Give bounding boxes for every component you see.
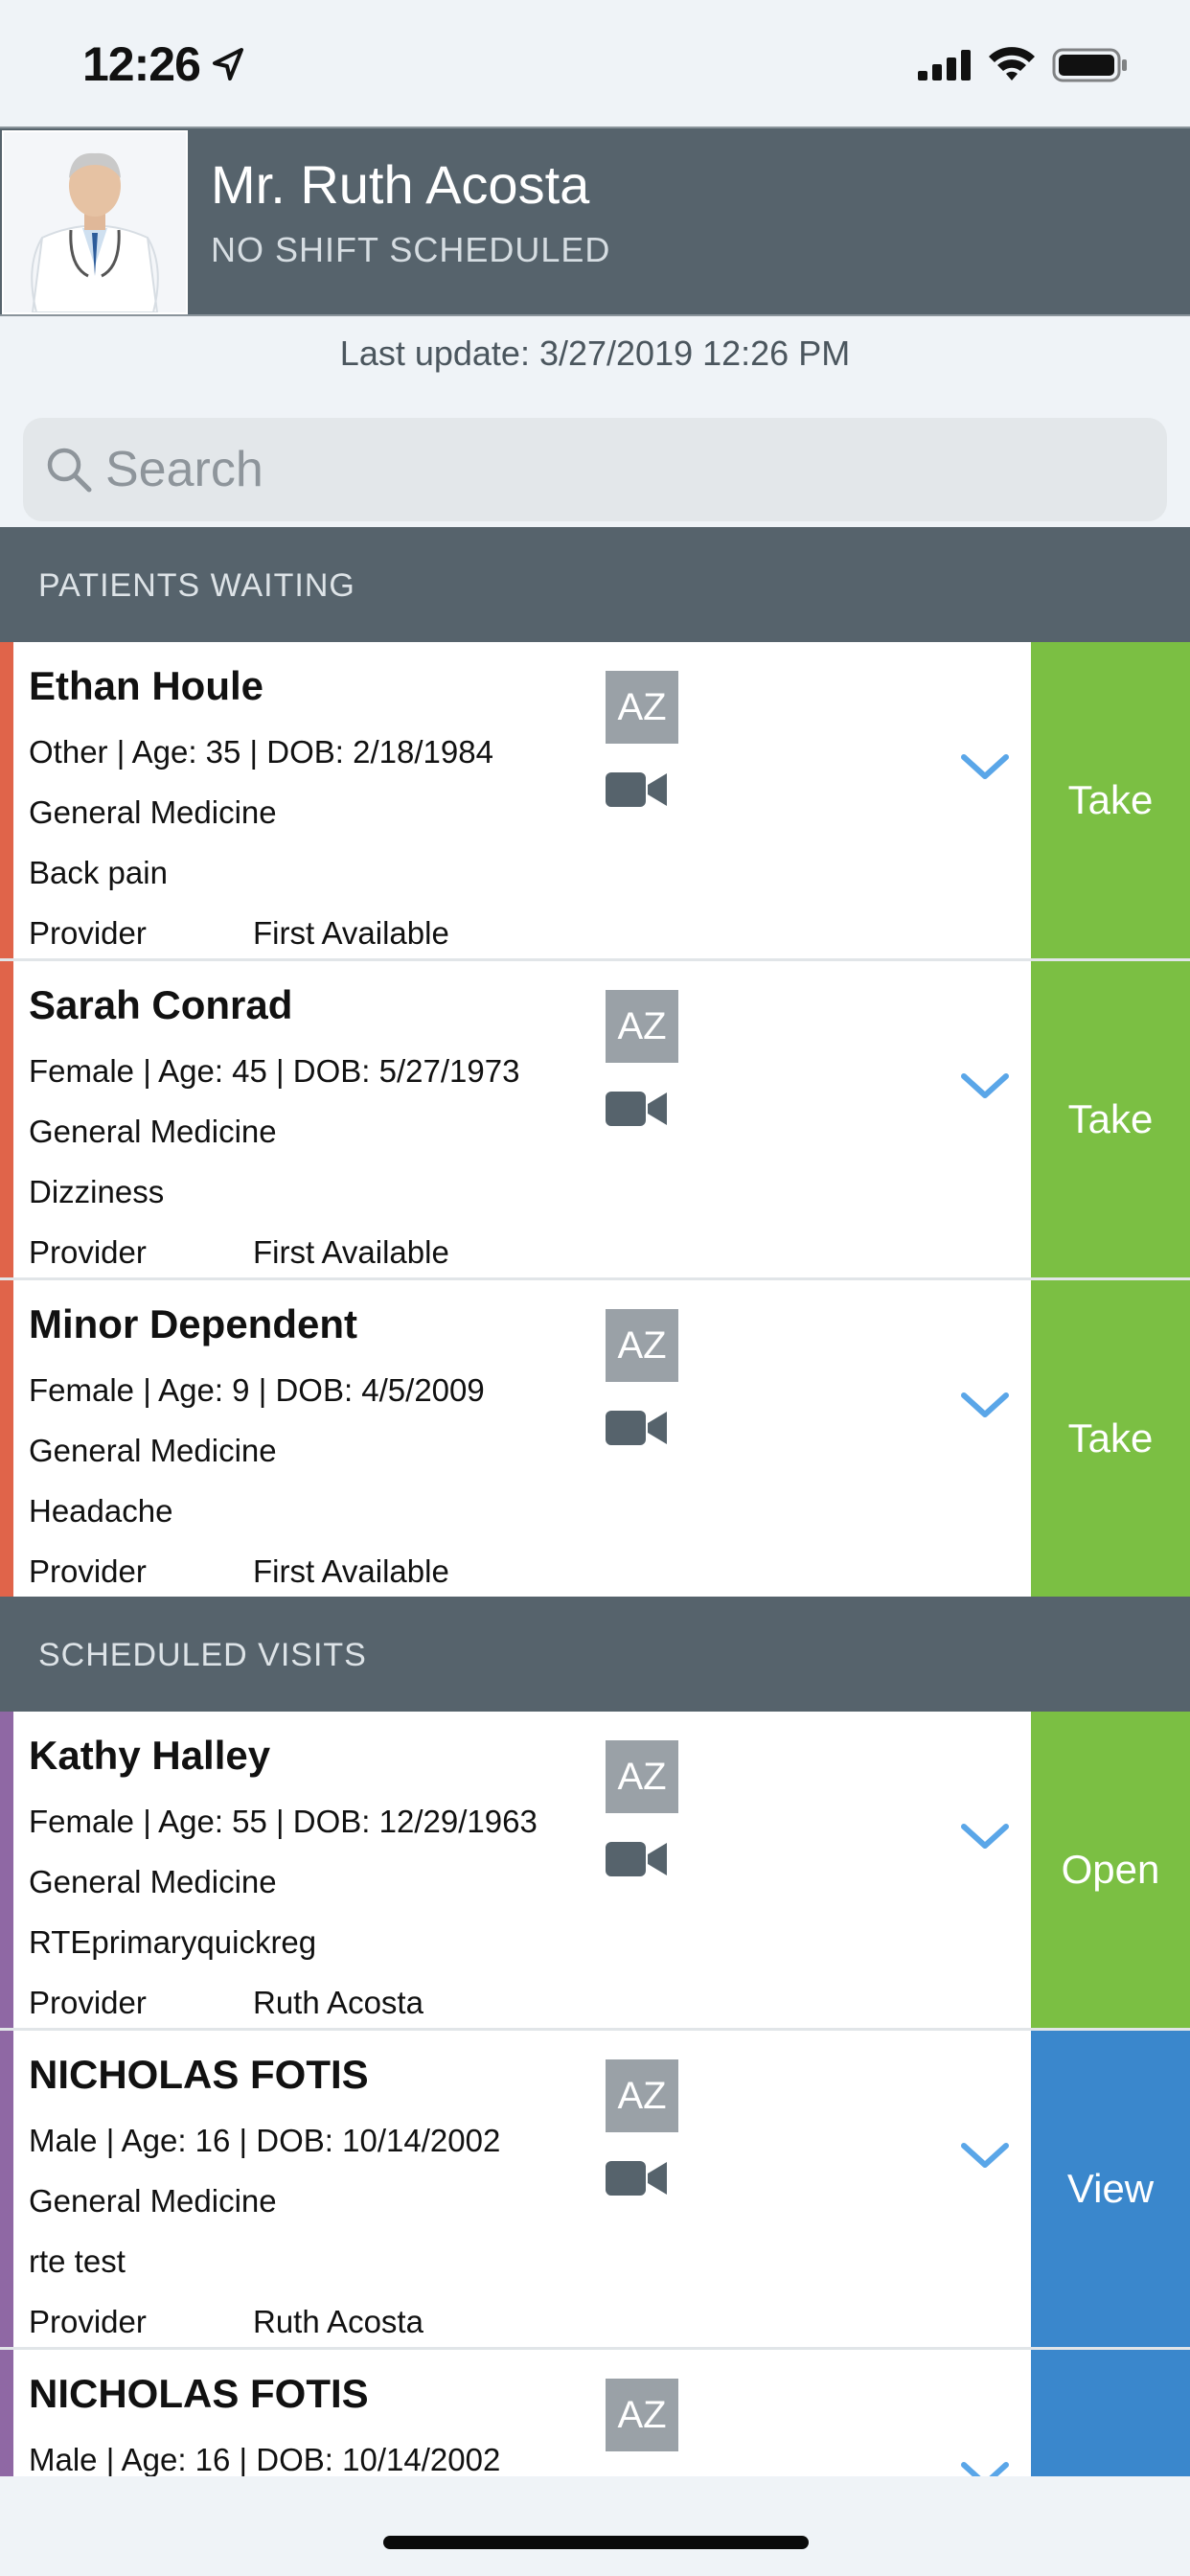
video-camera-icon [606, 2161, 667, 2196]
signal-icon [918, 50, 971, 80]
view-button[interactable]: View [1031, 2031, 1190, 2347]
state-badge: AZ [606, 1309, 678, 1382]
status-accent [0, 1280, 13, 1597]
visit-reason: Headache [29, 1493, 173, 1529]
provider-label: Provider [29, 2304, 147, 2339]
provider-value: First Available [253, 1553, 449, 1589]
section-title: PATIENTS WAITING [38, 567, 355, 604]
video-camera-icon [606, 1092, 667, 1126]
patient-name: Ethan Houle [29, 663, 264, 708]
video-camera-icon [606, 772, 667, 807]
state-badge: AZ [606, 1740, 678, 1813]
patient-specialty: General Medicine [29, 1864, 277, 1899]
patient-card[interactable]: NICHOLAS FOTIS Male | Age: 16 | DOB: 10/… [0, 2031, 1190, 2347]
shift-status: NO SHIFT SCHEDULED [211, 230, 611, 269]
section-scheduled-visits: SCHEDULED VISITS [0, 1597, 1190, 1712]
state-badge: AZ [606, 2059, 678, 2132]
provider-header: Mr. Ruth Acosta NO SHIFT SCHEDULED [0, 126, 1190, 316]
visit-reason: rte test [29, 2243, 126, 2279]
avatar[interactable] [2, 130, 188, 314]
provider-value: Ruth Acosta [253, 1985, 423, 2020]
patient-demographics: Female | Age: 55 | DOB: 12/29/1963 [29, 1804, 538, 1839]
patient-demographics: Female | Age: 9 | DOB: 4/5/2009 [29, 1372, 485, 1408]
patient-demographics: Male | Age: 16 | DOB: 10/14/2002 [29, 2442, 501, 2476]
status-accent [0, 642, 13, 958]
chevron-down-icon[interactable] [958, 1388, 1012, 1422]
patient-card[interactable]: NICHOLAS FOTIS Male | Age: 16 | DOB: 10/… [0, 2350, 1190, 2476]
patient-specialty: General Medicine [29, 794, 277, 830]
view-button[interactable] [1031, 2350, 1190, 2476]
state-badge: AZ [606, 671, 678, 744]
status-bar: 12:26 [0, 0, 1190, 126]
last-update-text: Last update: 3/27/2019 12:26 PM [339, 334, 851, 373]
open-button[interactable]: Open [1031, 1712, 1190, 2028]
patient-specialty: General Medicine [29, 1433, 277, 1468]
status-time: 12:26 [82, 37, 201, 91]
visit-reason: Dizziness [29, 1174, 165, 1209]
patient-card[interactable]: Kathy Halley Female | Age: 55 | DOB: 12/… [0, 1712, 1190, 2028]
chevron-down-icon[interactable] [958, 1819, 1012, 1853]
section-title: SCHEDULED VISITS [38, 1637, 367, 1673]
search-bar[interactable] [23, 418, 1167, 521]
chevron-down-icon[interactable] [958, 2457, 1012, 2476]
take-button[interactable]: Take [1031, 961, 1190, 1277]
patient-demographics: Female | Age: 45 | DOB: 5/27/1973 [29, 1053, 520, 1089]
search-icon [47, 448, 92, 493]
status-accent [0, 961, 13, 1277]
patient-name: NICHOLAS FOTIS [29, 2371, 369, 2416]
provider-name: Mr. Ruth Acosta [211, 154, 590, 215]
battery-icon [1052, 48, 1127, 82]
chevron-down-icon[interactable] [958, 2138, 1012, 2173]
chevron-down-icon[interactable] [958, 749, 1012, 784]
provider-label: Provider [29, 915, 147, 951]
patient-name: Minor Dependent [29, 1301, 357, 1346]
patient-demographics: Other | Age: 35 | DOB: 2/18/1984 [29, 734, 493, 770]
provider-label: Provider [29, 1553, 147, 1589]
state-badge: AZ [606, 990, 678, 1063]
home-area [0, 2476, 1190, 2576]
search-input[interactable] [105, 418, 1140, 521]
visit-reason: Back pain [29, 855, 168, 890]
provider-value: First Available [253, 915, 449, 951]
status-accent [0, 1712, 13, 2028]
take-button[interactable]: Take [1031, 642, 1190, 958]
take-button[interactable]: Take [1031, 1280, 1190, 1597]
status-accent [0, 2350, 13, 2476]
patient-card[interactable]: Minor Dependent Female | Age: 9 | DOB: 4… [0, 1280, 1190, 1597]
section-patients-waiting: PATIENTS WAITING [0, 527, 1190, 642]
patient-card[interactable]: Ethan Houle Other | Age: 35 | DOB: 2/18/… [0, 642, 1190, 958]
state-badge: AZ [606, 2379, 678, 2451]
patient-specialty: General Medicine [29, 2183, 277, 2219]
patient-name: Sarah Conrad [29, 982, 293, 1027]
provider-value: Ruth Acosta [253, 2304, 423, 2339]
doctor-photo [4, 132, 186, 312]
patient-specialty: General Medicine [29, 1114, 277, 1149]
patient-name: NICHOLAS FOTIS [29, 2052, 369, 2097]
video-camera-icon [606, 1411, 667, 1445]
video-camera-icon [606, 1842, 667, 1876]
patient-demographics: Male | Age: 16 | DOB: 10/14/2002 [29, 2123, 501, 2158]
status-accent [0, 2031, 13, 2347]
wifi-icon [989, 47, 1035, 80]
provider-value: First Available [253, 1234, 449, 1270]
provider-label: Provider [29, 1985, 147, 2020]
patient-name: Kathy Halley [29, 1733, 271, 1778]
home-indicator[interactable] [383, 2536, 809, 2549]
location-arrow-icon [213, 48, 243, 80]
patient-card[interactable]: Sarah Conrad Female | Age: 45 | DOB: 5/2… [0, 961, 1190, 1277]
visit-reason: RTEprimaryquickreg [29, 1924, 317, 1960]
provider-label: Provider [29, 1234, 147, 1270]
chevron-down-icon[interactable] [958, 1069, 1012, 1103]
